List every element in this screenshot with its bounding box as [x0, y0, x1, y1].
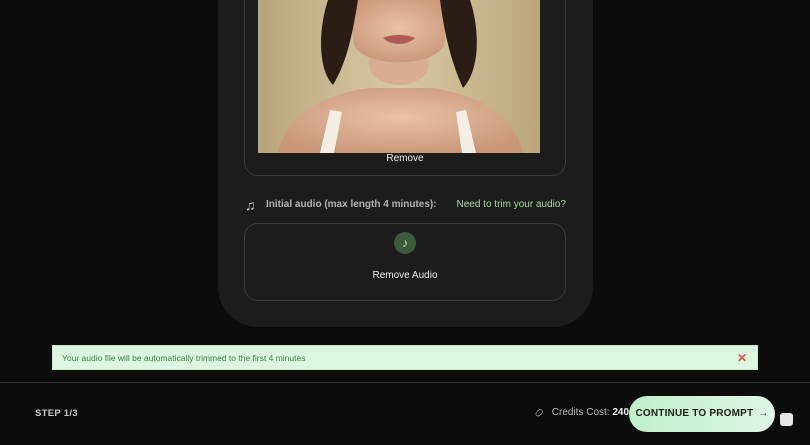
remove-image-link[interactable]: Remove — [244, 153, 566, 164]
close-icon[interactable]: ✕ — [737, 351, 747, 365]
credits-cost: ⬭ Credits Cost: 240 — [532, 406, 630, 421]
footer-divider — [0, 382, 810, 383]
audio-label: Initial audio (max length 4 minutes): — [266, 199, 437, 210]
credits-label: Credits Cost: — [551, 407, 610, 418]
trim-audio-link[interactable]: Need to trim your audio? — [456, 199, 566, 210]
arrow-right-icon: → — [758, 408, 769, 419]
chat-bubble-shape — [780, 413, 793, 426]
credits-value: 240 — [612, 407, 630, 418]
remove-audio-button[interactable]: Remove Audio — [244, 270, 566, 281]
trim-notice-banner: Your audio file will be automatically tr… — [52, 345, 758, 370]
chat-icon[interactable] — [770, 402, 802, 438]
step-indicator: STEP 1/3 — [35, 408, 78, 419]
audio-header: ♫ Initial audio (max length 4 minutes): … — [244, 197, 566, 213]
tag-icon: ⬭ — [532, 406, 547, 421]
continue-label: CONTINUE TO PROMPT — [635, 408, 754, 419]
notice-text: Your audio file will be automatically tr… — [62, 353, 306, 363]
uploaded-photo — [258, 0, 540, 153]
continue-to-prompt-button[interactable]: CONTINUE TO PROMPT → — [629, 396, 775, 432]
music-note-icon: ♫ — [245, 197, 256, 213]
music-note-icon: ♪ — [394, 232, 416, 254]
